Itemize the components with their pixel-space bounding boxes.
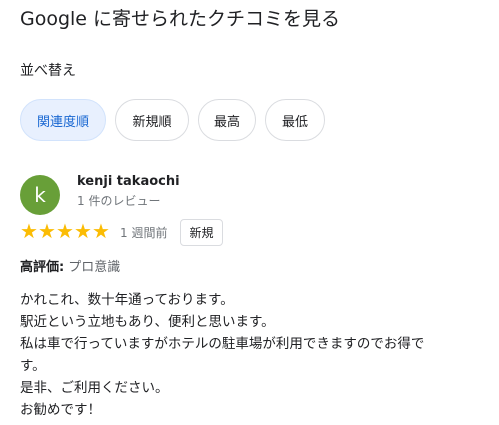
review-line: かれこれ、数十年通っております。 [20, 292, 234, 308]
star-icon: ★ [74, 219, 92, 243]
reviewer-review-count: 1 件のレビュー [77, 194, 161, 208]
star-icon: ★ [20, 219, 38, 243]
sort-label: 並べ替え [20, 63, 76, 79]
new-badge: 新規 [180, 219, 223, 246]
sort-chip-newest[interactable]: 新規順 [115, 99, 189, 141]
review-line: お勧めです！ [20, 402, 101, 418]
page-title: Google に寄せられたクチコミを見る [20, 8, 341, 30]
star-icon: ★ [56, 219, 74, 243]
review-line: す。 [20, 358, 46, 374]
review-text: かれこれ、数十年通っております。 駅近という立地もあり、便利と思います。 私は車… [20, 289, 490, 421]
review-time: 1 週間前 [120, 226, 168, 240]
sort-chip-highest[interactable]: 最高 [198, 99, 256, 141]
highlight-key: 高評価: [20, 260, 65, 275]
review-line: 駅近という立地もあり、便利と思います。 [20, 314, 275, 330]
avatar[interactable]: k [20, 175, 60, 215]
star-rating: ★ ★ ★ ★ ★ [20, 220, 110, 242]
sort-chip-lowest[interactable]: 最低 [265, 99, 325, 141]
star-icon: ★ [92, 219, 110, 243]
highlight-value: プロ意識 [68, 260, 121, 275]
sort-chips: 関連度順 新規順 最高 最低 [20, 99, 325, 141]
highlight-row: 高評価: プロ意識 [20, 256, 120, 275]
sort-chip-relevance[interactable]: 関連度順 [20, 99, 106, 141]
review-line: 是非、ご利用ください。 [20, 380, 169, 396]
star-icon: ★ [38, 219, 56, 243]
review-line: 私は車で行っていますがホテルの駐車場が利用できますのでお得で [20, 336, 425, 352]
reviewer-name[interactable]: kenji takaochi [77, 174, 180, 189]
